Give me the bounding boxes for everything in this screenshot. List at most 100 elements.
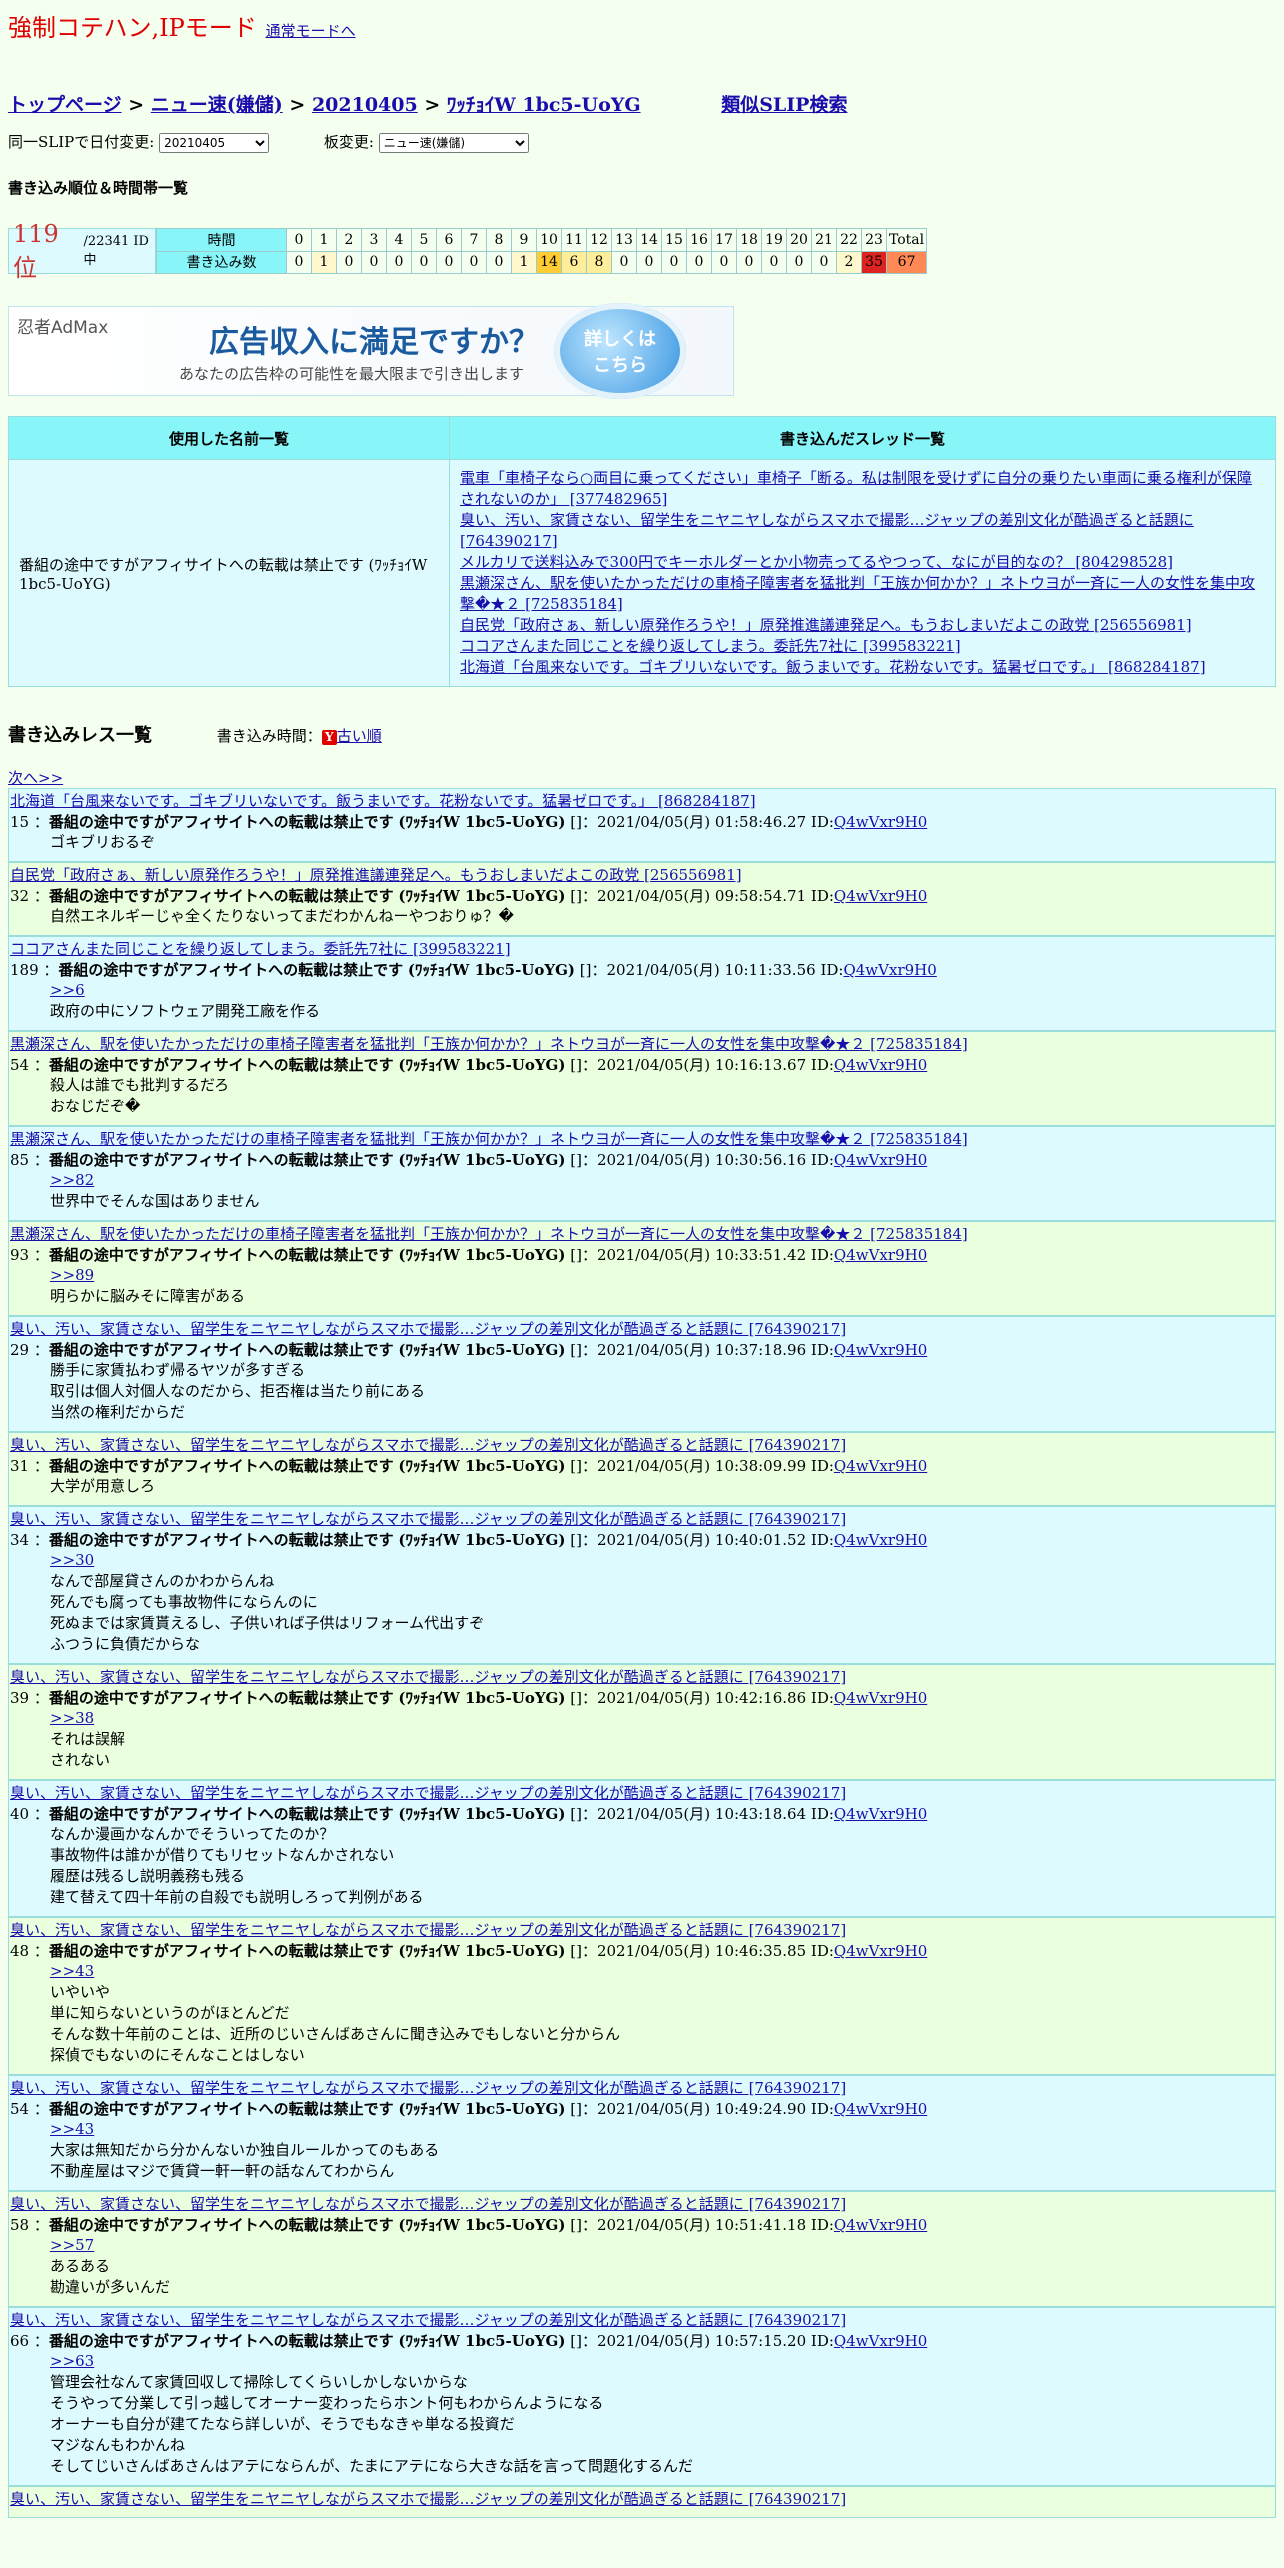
post-thread-link[interactable]: 臭い、汚い、家賃さない、留学生をニヤニヤしながらスマホで撮影…ジャップの差別文化… (10, 1318, 1274, 1339)
post-thread-link[interactable]: 黒瀬深さん、駅を使いたかっただけの車椅子障害者を猛批判「王族か何かか？」ネトウヨ… (10, 1223, 1274, 1244)
post-id-prefix: ID: (810, 1457, 834, 1475)
post-thread-link[interactable]: 臭い、汚い、家賃さない、留学生をニヤニヤしながらスマホで撮影…ジャップの差別文化… (10, 2488, 1274, 2509)
reply-anchor-link[interactable]: >>43 (50, 1961, 1274, 1982)
post-author-slip: (ﾜｯﾁｮｲW 1bc5-UoYG) (407, 961, 575, 979)
post-thread-link[interactable]: 臭い、汚い、家賃さない、留学生をニヤニヤしながらスマホで撮影…ジャップの差別文化… (10, 2077, 1274, 2098)
post-thread-link[interactable]: 自民党「政府さぁ、新しい原発作ろうや！」原発推進議連発足へ。もうおしまいだよこの… (10, 864, 1274, 885)
thread-link[interactable]: 臭い、汚い、家賃さない、留学生をニヤニヤしながらスマホで撮影…ジャップの差別文化… (460, 510, 1265, 552)
normal-mode-link[interactable]: 通常モードへ (266, 22, 356, 40)
post-id-link[interactable]: Q4wVxr9H0 (834, 1056, 927, 1074)
post-id-link[interactable]: Q4wVxr9H0 (834, 813, 927, 831)
post: 臭い、汚い、家賃さない、留学生をニヤニヤしながらスマホで撮影…ジャップの差別文化… (8, 1664, 1276, 1780)
post-id-link[interactable]: Q4wVxr9H0 (834, 1341, 927, 1359)
post-thread-link[interactable]: 黒瀬深さん、駅を使いたかっただけの車椅子障害者を猛批判「王族か何かか？」ネトウヨ… (10, 1128, 1274, 1149)
count-cell: 1 (311, 250, 337, 274)
count-cell: 14 (536, 250, 562, 274)
post-id-link[interactable]: Q4wVxr9H0 (834, 2100, 927, 2118)
ad-banner[interactable]: 忍者AdMax 広告収入に満足ですか？ あなたの広告枠の可能性を最大限まで引き出… (8, 303, 734, 399)
post-author-name: 番組の途中ですがアフィサイトへの転載は禁止です (48, 887, 394, 905)
used-name: 番組の途中ですがアフィサイトへの転載は禁止です (ﾜｯﾁｮｲW 1bc5-UoY… (8, 459, 450, 687)
post-mail: [] (570, 1457, 582, 1475)
hourly-table: 時間 0 1 2 3 4 5 6 7 8 9 10 11 12 13 14 15 16 17 18 19 20 21 22 2… (156, 228, 928, 274)
post-id-link[interactable]: Q4wVxr9H0 (834, 887, 927, 905)
post: ココアさんまた同じことを繰り返してしまう。委託先7社に [399583221] 1… (8, 936, 1276, 1031)
date-select[interactable]: 20210405 (159, 133, 270, 153)
reply-anchor-link[interactable]: >>30 (50, 1550, 1274, 1571)
time-label: 時間 (156, 228, 287, 252)
post-number: 32 (10, 887, 30, 905)
post-thread-link[interactable]: 黒瀬深さん、駅を使いたかっただけの車椅子障害者を猛批判「王族か何かか？」ネトウヨ… (10, 1033, 1274, 1054)
thread-link[interactable]: メルカリで送料込みで300円でキーホルダーとか小物売ってるやつって、なにが目的な… (460, 552, 1265, 573)
ad-details-badge[interactable]: 詳しくは こちら (554, 303, 686, 399)
reply-anchor-link[interactable]: >>57 (50, 2235, 1274, 2256)
post-date: 2021/04/05(月) 09:58:54.71 (596, 887, 807, 905)
hour-cell: 6 (436, 228, 462, 252)
post-id-link[interactable]: Q4wVxr9H0 (834, 1942, 927, 1960)
post-body: 殺人は誰でも批判するだろ おなじだぞ� (10, 1075, 1274, 1117)
breadcrumb-board-link[interactable]: ニュー速(嫌儲) (151, 94, 283, 116)
post-id-link[interactable]: Q4wVxr9H0 (834, 1805, 927, 1823)
count-cell: 0 (711, 250, 737, 274)
post-id-link[interactable]: Q4wVxr9H0 (834, 1689, 927, 1707)
post-thread-link[interactable]: 北海道「台風来ないです。ゴキブリいないです。飯うまいです。花粉ないです。猛暑ゼロ… (10, 790, 1274, 811)
post-body-line: 当然の権利だからだ (50, 1403, 186, 1421)
post: 臭い、汚い、家賃さない、留学生をニヤニヤしながらスマホで撮影…ジャップの差別文化… (8, 1506, 1276, 1664)
post-body: >>82 世界中でそんな国はありません (10, 1170, 1274, 1212)
post-thread-link[interactable]: 臭い、汚い、家賃さない、留学生をニヤニヤしながらスマホで撮影…ジャップの差別文化… (10, 1508, 1274, 1529)
post-id-link[interactable]: Q4wVxr9H0 (834, 1151, 927, 1169)
post-mail: [] (570, 1056, 582, 1074)
post-author-name: 番組の途中ですがアフィサイトへの転載は禁止です (48, 1531, 394, 1549)
reply-anchor-link[interactable]: >>6 (50, 980, 1274, 1001)
post-id-prefix: ID: (810, 2100, 834, 2118)
post-body-line: 死んでも腐っても事故物件にならんのに (50, 1593, 318, 1611)
thread-link[interactable]: 北海道「台風来ないです。ゴキブリいないです。飯うまいです。花粉ないです。猛暑ゼロ… (460, 657, 1265, 678)
reply-anchor-link[interactable]: >>82 (50, 1170, 1274, 1191)
post-thread-link[interactable]: ココアさんまた同じことを繰り返してしまう。委託先7社に [399583221] (10, 938, 1274, 959)
post-author-slip: (ﾜｯﾁｮｲW 1bc5-UoYG) (398, 1689, 566, 1707)
breadcrumb-top-link[interactable]: トップページ (8, 94, 122, 116)
similar-slip-search-link[interactable]: 類似SLIP検索 (721, 94, 847, 116)
thread-link[interactable]: 電車「車椅子なら○両目に乗ってください」車椅子「断る。私は制限を受けずに自分の乗… (460, 468, 1265, 510)
thread-link[interactable]: ココアさんまた同じことを繰り返してしまう。委託先7社に [399583221] (460, 636, 1265, 657)
post-thread-link[interactable]: 臭い、汚い、家賃さない、留学生をニヤニヤしながらスマホで撮影…ジャップの差別文化… (10, 1434, 1274, 1455)
post-id-link[interactable]: Q4wVxr9H0 (843, 961, 936, 979)
post-id-link[interactable]: Q4wVxr9H0 (834, 1531, 927, 1549)
post: 臭い、汚い、家賃さない、留学生をニヤニヤしながらスマホで撮影…ジャップの差別文化… (8, 2075, 1276, 2191)
post-body-line: 単に知らないというのがほとんどだ (50, 2004, 290, 2022)
post-number: 15 (10, 813, 30, 831)
post-id-link[interactable]: Q4wVxr9H0 (834, 1246, 927, 1264)
yahoo-icon: Y (321, 729, 337, 745)
next-page-link[interactable]: 次へ>> (8, 767, 1276, 788)
hour-cell: 17 (711, 228, 737, 252)
count-cell: 67 (885, 250, 928, 274)
breadcrumb-date-link[interactable]: 20210405 (312, 94, 418, 116)
post-body-line: 事故物件は誰かが借りてもリセットなんかされない (50, 1846, 395, 1864)
post-thread-link[interactable]: 臭い、汚い、家賃さない、留学生をニヤニヤしながらスマホで撮影…ジャップの差別文化… (10, 2309, 1274, 2330)
board-select[interactable]: ニュー速(嫌儲) (378, 133, 529, 153)
post-thread-link[interactable]: 臭い、汚い、家賃さない、留学生をニヤニヤしながらスマホで撮影…ジャップの差別文化… (10, 1919, 1274, 1940)
post-body-line: ふつうに負債だからな (50, 1635, 201, 1653)
breadcrumb-sep: > (289, 94, 306, 116)
thread-link[interactable]: 自民党「政府さぁ、新しい原発作ろうや！」原発推進議連発足へ。もうおしまいだよこの… (460, 615, 1265, 636)
post-id-link[interactable]: Q4wVxr9H0 (834, 2332, 927, 2350)
thread-list: 電車「車椅子なら○両目に乗ってください」車椅子「断る。私は制限を受けずに自分の乗… (449, 459, 1276, 687)
sort-oldest-link[interactable]: 古い順 (337, 727, 382, 745)
reply-anchor-link[interactable]: >>43 (50, 2119, 1274, 2140)
thread-link[interactable]: 黒瀬深さん、駅を使いたかっただけの車椅子障害者を猛批判「王族か何かか？」ネトウヨ… (460, 573, 1265, 615)
post-id-link[interactable]: Q4wVxr9H0 (834, 2216, 927, 2234)
reply-anchor-link[interactable]: >>38 (50, 1708, 1274, 1729)
ad-badge-line1: 詳しくは (584, 329, 656, 350)
reply-anchor-link[interactable]: >>63 (50, 2351, 1274, 2372)
reply-anchor-link[interactable]: >>89 (50, 1265, 1274, 1286)
post-body-line: 死ぬまでは家賃貰えるし、子供いれば子供はリフォーム代出すぞ (50, 1614, 485, 1632)
post-number: 34 (10, 1531, 30, 1549)
post-number: 31 (10, 1457, 30, 1475)
post-body-line: あるある (50, 2257, 111, 2275)
post-thread-link[interactable]: 臭い、汚い、家賃さない、留学生をニヤニヤしながらスマホで撮影…ジャップの差別文化… (10, 1782, 1274, 1803)
breadcrumb-slip-link[interactable]: ﾜｯﾁｮｲW 1bc5-UoYG (447, 94, 641, 116)
post-id-link[interactable]: Q4wVxr9H0 (834, 1457, 927, 1475)
post-thread-link[interactable]: 臭い、汚い、家賃さない、留学生をニヤニヤしながらスマホで撮影…ジャップの差別文化… (10, 2193, 1274, 2214)
post-thread-link[interactable]: 臭い、汚い、家賃さない、留学生をニヤニヤしながらスマホで撮影…ジャップの差別文化… (10, 1666, 1274, 1687)
post-body-line: 政府の中にソフトウェア開発工廠を作る (50, 1002, 321, 1020)
post-body: 自然エネルギーじゃ全くたりないってまだわかんねーやつおりゅ？� (10, 906, 1274, 927)
